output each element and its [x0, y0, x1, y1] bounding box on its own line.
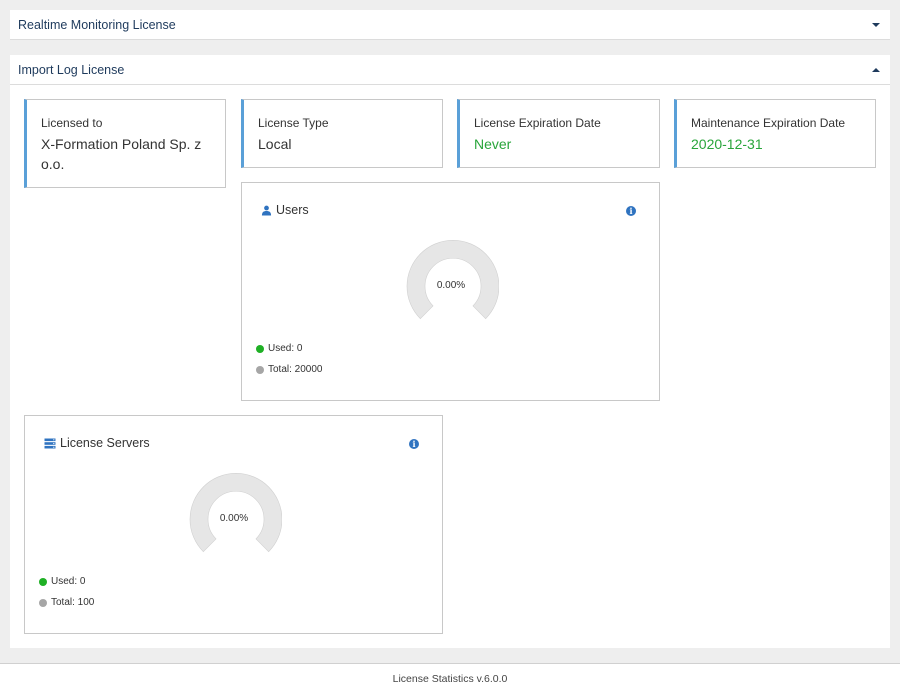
chevron-down-icon[interactable]: [872, 22, 880, 27]
license-servers-chart-card: License Servers i 0.00% Used: 0 Total: 1…: [24, 415, 443, 634]
license-servers-used-label: Used: 0: [51, 576, 86, 587]
license-expiration-card: License Expiration Date Never: [457, 99, 660, 168]
users-chart-title: Users: [261, 203, 309, 217]
version-text: License Statistics v.6.0.0: [392, 673, 508, 685]
users-total-label: Total: 20000: [268, 364, 323, 375]
realtime-monitoring-license-title: Realtime Monitoring License: [18, 17, 176, 32]
license-servers-legend-total: Total: 100: [39, 597, 94, 608]
license-type-value: Local: [258, 136, 292, 152]
import-log-license-body: Licensed to X-Formation Poland Sp. z o.o…: [10, 85, 890, 648]
maintenance-expiration-label: Maintenance Expiration Date: [691, 116, 846, 130]
realtime-monitoring-license-header[interactable]: Realtime Monitoring License: [10, 10, 890, 40]
license-expiration-label: License Expiration Date: [474, 116, 601, 130]
licensed-to-card: Licensed to X-Formation Poland Sp. z o.o…: [24, 99, 226, 188]
users-legend-total: Total: 20000: [256, 364, 323, 375]
footer: License Statistics v.6.0.0: [0, 663, 900, 693]
chevron-up-icon[interactable]: [872, 67, 880, 72]
users-chart-card: Users i 0.00% Used: 0 Total: 20000: [241, 182, 660, 401]
users-used-label: Used: 0: [268, 343, 303, 354]
license-type-card: License Type Local: [241, 99, 443, 168]
license-servers-legend-used: Used: 0: [39, 576, 85, 587]
users-chart-title-text: Users: [276, 203, 309, 217]
total-dot: [39, 598, 47, 607]
users-legend-used: Used: 0: [256, 343, 302, 354]
license-servers-chart-title-text: License Servers: [60, 436, 150, 450]
used-dot: [39, 577, 47, 586]
maintenance-expiration-value: 2020-12-31: [691, 136, 763, 152]
import-log-license-title: Import Log License: [18, 62, 125, 77]
users-gauge-percent: 0.00%: [436, 280, 466, 291]
license-servers-chart-title: License Servers: [44, 436, 150, 450]
used-dot: [256, 344, 264, 353]
license-servers-gauge-percent: 0.00%: [219, 513, 249, 524]
import-log-license-header[interactable]: Import Log License: [10, 55, 890, 85]
license-type-label: License Type: [258, 116, 329, 130]
license-servers-total-label: Total: 100: [51, 597, 95, 608]
server-icon: [44, 438, 56, 448]
license-servers-info-icon[interactable]: i: [409, 439, 419, 449]
licensed-to-label: Licensed to: [41, 116, 103, 130]
license-expiration-value: Never: [474, 136, 512, 152]
users-info-icon[interactable]: i: [626, 206, 636, 216]
maintenance-expiration-card: Maintenance Expiration Date 2020-12-31: [674, 99, 876, 168]
user-icon: [261, 205, 272, 216]
total-dot: [256, 365, 264, 374]
licensed-to-value: X-Formation Poland Sp. z o.o.: [41, 136, 202, 172]
